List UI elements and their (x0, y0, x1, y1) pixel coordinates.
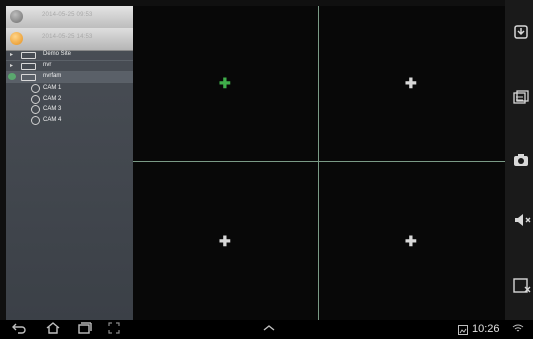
add-camera-icon[interactable]: ✚ (219, 76, 231, 90)
device-item-nvr[interactable]: ▸ nvr (6, 61, 133, 72)
clock-icon (10, 32, 23, 45)
video-grid: ✚ ✚ ✚ ✚ (133, 6, 505, 320)
dvr-icon (21, 63, 36, 70)
video-tile-3[interactable]: ✚ (133, 162, 318, 320)
expanded-indicator-icon[interactable] (8, 73, 16, 80)
camera-item[interactable]: CAM 1 (6, 83, 133, 94)
gallery-notification-icon (458, 324, 468, 338)
grid-divider-horizontal (133, 161, 505, 162)
mute-icon[interactable] (513, 212, 531, 226)
chevron-up-icon[interactable] (262, 322, 276, 336)
add-camera-icon[interactable]: ✚ (219, 234, 231, 248)
back-icon[interactable] (12, 322, 26, 337)
recent-apps-icon[interactable] (78, 322, 92, 337)
device-tree: ▸ Demo Site ▸ nvr nvrfam CAM 1 CAM 2 CAM… (6, 50, 133, 125)
clock-icon (10, 10, 23, 23)
camera-snapshot-icon[interactable] (513, 152, 529, 166)
dvr-icon (21, 52, 36, 59)
screenshot-icon[interactable] (108, 322, 120, 337)
video-tile-4[interactable]: ✚ (319, 162, 505, 320)
home-icon[interactable] (46, 322, 60, 337)
camera-icon (31, 105, 40, 114)
camera-icon (31, 84, 40, 93)
app-frame: 2014-05-25 09:53 2014-05-25 14:53 ▸ Demo… (0, 0, 533, 339)
add-camera-icon[interactable]: ✚ (405, 234, 417, 248)
playback-start-row[interactable]: 2014-05-25 09:53 (6, 6, 133, 29)
video-tile-2[interactable]: ✚ (319, 6, 505, 161)
system-nav-bar: 10:26 (0, 320, 533, 339)
device-item-demo-site[interactable]: ▸ Demo Site (6, 50, 133, 61)
grid-divider-vertical (318, 6, 319, 320)
status-clock: 10:26 (472, 323, 500, 335)
wifi-icon (512, 324, 524, 336)
expand-arrow-icon[interactable]: ▸ (10, 62, 13, 69)
add-camera-icon[interactable]: ✚ (405, 76, 417, 90)
camera-item[interactable]: CAM 3 (6, 104, 133, 115)
camera-item[interactable]: CAM 2 (6, 94, 133, 105)
playback-icon[interactable] (513, 24, 529, 39)
close-window-icon[interactable] (513, 278, 531, 293)
dvr-icon (21, 74, 36, 81)
video-tile-1[interactable]: ✚ (133, 6, 318, 161)
right-toolbar (505, 0, 533, 320)
playback-end-row[interactable]: 2014-05-25 14:53 (6, 28, 133, 51)
layout-icon[interactable] (513, 90, 529, 104)
device-item-nvrfam[interactable]: nvrfam (6, 72, 133, 83)
start-time: 2014-05-25 09:53 (42, 12, 93, 18)
end-time: 2014-05-25 14:53 (42, 34, 93, 40)
camera-icon (31, 115, 40, 125)
camera-icon (31, 94, 40, 104)
camera-item[interactable]: CAM 4 (6, 115, 133, 126)
device-panel: 2014-05-25 09:53 2014-05-25 14:53 ▸ Demo… (6, 6, 133, 320)
expand-arrow-icon[interactable]: ▸ (10, 51, 13, 58)
